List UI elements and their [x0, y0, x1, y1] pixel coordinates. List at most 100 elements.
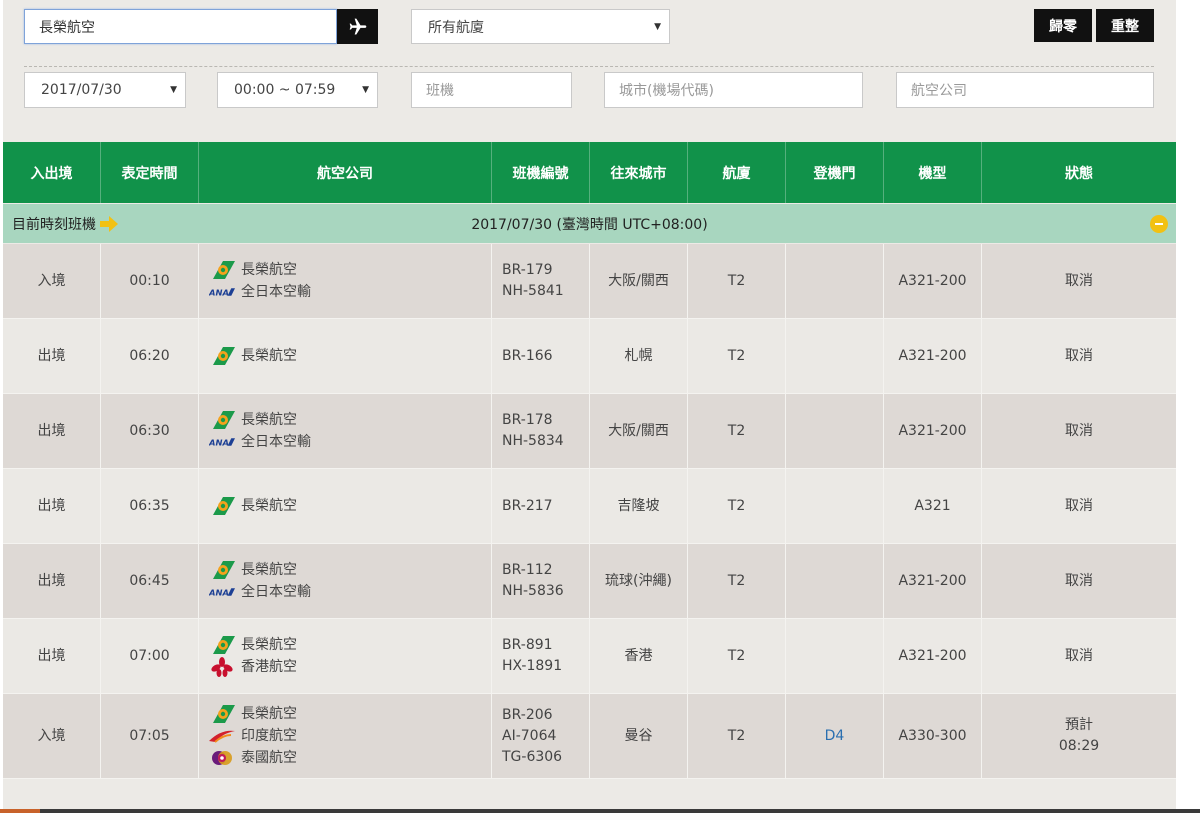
- column-header: 登機門: [786, 142, 884, 203]
- column-header: 表定時間: [101, 142, 199, 203]
- time-range-select[interactable]: 00:00 ~ 07:59 ▼: [217, 72, 378, 108]
- date-select[interactable]: 2017/07/30 ▼: [24, 72, 186, 108]
- scheduled-time-cell: 06:20: [101, 319, 199, 393]
- flight-row[interactable]: 入境 07:05 長榮航空 印度航空 泰國航空 BR-206 AI-7064 TG-6306 曼…: [3, 694, 1176, 779]
- airline-input[interactable]: 航空公司: [896, 72, 1154, 108]
- date-timezone-label: 2017/07/30 (臺灣時間 UTC+08:00): [471, 216, 708, 233]
- scheduled-time-cell: 07:00: [101, 619, 199, 693]
- city-placeholder: 城市(機場代碼): [619, 83, 714, 99]
- terminal-cell: T2: [688, 469, 786, 543]
- scheduled-time-cell: 07:05: [101, 694, 199, 778]
- gate-cell: [786, 394, 884, 468]
- flight-row[interactable]: 出境 06:20 長榮航空 BR-166 札幌 T2 A321-200 取消: [3, 319, 1176, 394]
- current-flights-text: 目前時刻班機: [12, 216, 96, 233]
- terminal-cell: T2: [688, 319, 786, 393]
- arrow-right-icon: [100, 215, 118, 232]
- right-margin: [1176, 0, 1200, 813]
- airline-name: 香港航空: [241, 658, 297, 675]
- flight-number[interactable]: AI-7064: [502, 726, 562, 747]
- eva-air-logo-icon: [209, 411, 235, 429]
- airline-name: 全日本空輸: [241, 433, 311, 450]
- flight-row[interactable]: 出境 06:45 長榮航空 ANA 全日本空輸 BR-112 NH-5836 琉球(沖繩) T2…: [3, 544, 1176, 619]
- status-cell: 取消: [1065, 422, 1093, 439]
- airline-item: 長榮航空: [209, 559, 311, 581]
- flight-number[interactable]: BR-178: [502, 410, 564, 431]
- flight-number[interactable]: NH-5841: [502, 281, 564, 302]
- aircraft-cell: A321-200: [884, 544, 982, 618]
- airline-list: 長榮航空印度航空泰國航空: [209, 703, 297, 769]
- aircraft-cell: A330-300: [884, 694, 982, 778]
- flight-row[interactable]: 出境 07:00 長榮航空 香港航空 BR-891 HX-1891 香港 T2 A321-200…: [3, 619, 1176, 694]
- direction-cell: 出境: [3, 619, 101, 693]
- flight-number-list: BR-112 NH-5836: [502, 560, 564, 602]
- flight-number-cell: BR-217: [492, 469, 590, 543]
- scheduled-time-cell: 06:35: [101, 469, 199, 543]
- column-header: 入出境: [3, 142, 101, 203]
- airline-cell: 長榮航空 ANA 全日本空輸: [199, 544, 492, 618]
- flight-row[interactable]: 入境 00:10 長榮航空 ANA 全日本空輸 BR-179 NH-5841 大阪/關西 T2 A…: [3, 244, 1176, 319]
- svg-text:ANA: ANA: [209, 438, 229, 448]
- destination-city-cell: 琉球(沖繩): [590, 544, 688, 618]
- thai-airways-logo-icon: [209, 749, 235, 767]
- flight-row[interactable]: 出境 06:30 長榮航空 ANA 全日本空輸 BR-178 NH-5834 大阪/關西 T2 A…: [3, 394, 1176, 469]
- airline-item: 長榮航空: [209, 495, 297, 517]
- airline-list: 長榮航空: [209, 495, 297, 517]
- airline-name: 長榮航空: [241, 705, 297, 722]
- flight-number[interactable]: BR-891: [502, 635, 562, 656]
- svg-text:ANA: ANA: [209, 588, 229, 598]
- bottom-bar: [0, 809, 1200, 813]
- airline-item: 長榮航空: [209, 345, 297, 367]
- aircraft-cell: A321-200: [884, 244, 982, 318]
- chevron-down-icon: ▼: [654, 22, 661, 32]
- airline-name: 長榮航空: [241, 261, 297, 278]
- flight-number-cell: BR-112 NH-5836: [492, 544, 590, 618]
- airline-name: 泰國航空: [241, 749, 297, 766]
- search-value: 長榮航空: [39, 19, 95, 36]
- eva-air-logo-icon: [209, 561, 235, 579]
- terminal-cell: T2: [688, 394, 786, 468]
- aircraft-cell: A321-200: [884, 394, 982, 468]
- flight-number-list: BR-178 NH-5834: [502, 410, 564, 452]
- flight-number[interactable]: BR-112: [502, 560, 564, 581]
- flight-row[interactable]: 出境 06:35 長榮航空 BR-217 吉隆坡 T2 A321 取消: [3, 469, 1176, 544]
- direction-cell: 入境: [3, 694, 101, 778]
- destination-city-cell: 札幌: [590, 319, 688, 393]
- flight-number-input[interactable]: 班機: [411, 72, 572, 108]
- eva-air-logo-icon: [209, 705, 235, 723]
- flight-number[interactable]: BR-166: [502, 346, 553, 367]
- city-input[interactable]: 城市(機場代碼): [604, 72, 863, 108]
- aircraft-cell: A321: [884, 469, 982, 543]
- terminal-select[interactable]: 所有航廈 ▼: [411, 9, 670, 44]
- status-cell: 預計 08:29: [1058, 717, 1100, 754]
- flight-number[interactable]: NH-5836: [502, 581, 564, 602]
- scheduled-time-cell: 06:45: [101, 544, 199, 618]
- airline-name: 全日本空輸: [241, 283, 311, 300]
- airline-item: 香港航空: [209, 656, 297, 678]
- flight-number[interactable]: TG-6306: [502, 747, 562, 768]
- collapse-icon[interactable]: [1150, 215, 1168, 233]
- column-header: 往來城市: [590, 142, 688, 203]
- flight-number[interactable]: NH-5834: [502, 431, 564, 452]
- flight-number[interactable]: HX-1891: [502, 656, 562, 677]
- flight-number[interactable]: BR-206: [502, 705, 562, 726]
- aircraft-cell: A321-200: [884, 619, 982, 693]
- filter-divider: [24, 66, 1154, 67]
- column-header: 狀態: [1065, 165, 1093, 182]
- airline-item: ANA 全日本空輸: [209, 281, 311, 303]
- airline-item: ANA 全日本空輸: [209, 581, 311, 603]
- search-go-button[interactable]: [337, 9, 378, 44]
- table-header: 入出境 表定時間 航空公司 班機編號 往來城市 航廈 登機門 機型 狀態: [3, 142, 1176, 203]
- airline-list: 長榮航空 香港航空: [209, 634, 297, 678]
- flight-number[interactable]: BR-217: [502, 496, 553, 517]
- flight-number-list: BR-179 NH-5841: [502, 260, 564, 302]
- direction-cell: 出境: [3, 319, 101, 393]
- flight-number[interactable]: BR-179: [502, 260, 564, 281]
- airline-name: 長榮航空: [241, 561, 297, 578]
- reset-zero-button[interactable]: 歸零: [1034, 9, 1092, 42]
- column-header: 航空公司: [199, 142, 492, 203]
- airline-search-input[interactable]: 長榮航空: [24, 9, 337, 44]
- airline-name: 印度航空: [241, 727, 297, 744]
- gate-cell: [786, 619, 884, 693]
- reset-button[interactable]: 重整: [1096, 9, 1154, 42]
- destination-city-cell: 大阪/關西: [590, 244, 688, 318]
